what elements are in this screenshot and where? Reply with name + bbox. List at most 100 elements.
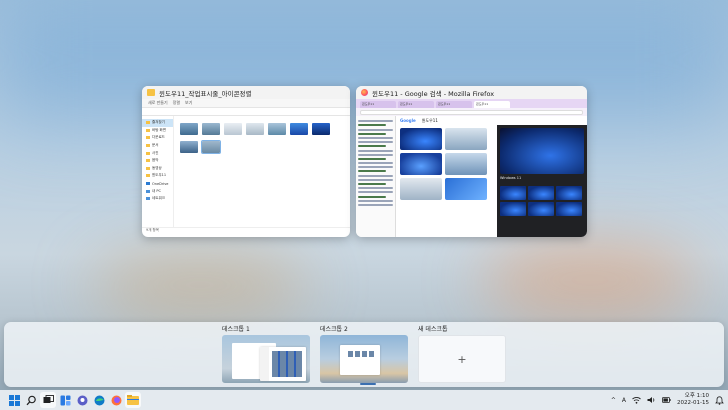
sidebar-link[interactable]	[358, 136, 393, 139]
desktop-2[interactable]: 데스크톱 2	[320, 325, 408, 383]
sidebar-link[interactable]	[358, 203, 393, 206]
nav-item[interactable]: 내 PC	[142, 187, 173, 195]
browser-tab[interactable]: 윈도우11	[360, 101, 396, 108]
image-result[interactable]	[445, 128, 487, 150]
related-image[interactable]	[500, 202, 526, 216]
firefox-url-bar[interactable]	[356, 108, 587, 116]
toolbar-new[interactable]: 새로 만들기	[148, 100, 168, 106]
firefox-button[interactable]	[108, 392, 124, 408]
notification-icon[interactable]	[715, 395, 724, 405]
preview-image[interactable]	[500, 128, 584, 174]
related-image[interactable]	[556, 202, 582, 216]
window-preview	[340, 345, 380, 375]
explorer-window-card[interactable]: 윈도우11_작업표시줄_아이콘정렬 새로 만들기 정렬 보기 즐겨찾기 바탕 화…	[142, 86, 350, 237]
related-image[interactable]	[556, 186, 582, 200]
file-thumbnail[interactable]	[180, 141, 198, 153]
related-image[interactable]	[500, 186, 526, 200]
virtual-desktops-panel: 데스크톱 1 데스크톱 2 새 데스크톱 +	[4, 322, 724, 387]
nav-item[interactable]: 바탕 화면	[142, 127, 173, 135]
sidebar-link[interactable]	[358, 120, 393, 123]
nav-item[interactable]: 네트워크	[142, 195, 173, 203]
file-thumbnail[interactable]	[268, 123, 286, 135]
desktop-thumbnail[interactable]	[320, 335, 408, 383]
image-result[interactable]	[400, 153, 442, 175]
related-image[interactable]	[528, 202, 554, 216]
file-explorer-button[interactable]	[125, 392, 141, 408]
nav-item[interactable]: 즐겨찾기	[142, 119, 173, 127]
sidebar-link[interactable]	[358, 132, 386, 135]
sidebar-link[interactable]	[358, 141, 393, 144]
google-logo[interactable]: Google	[400, 118, 416, 123]
sidebar-link[interactable]	[358, 128, 393, 131]
sidebar-link[interactable]	[358, 191, 393, 194]
chevron-up-icon[interactable]: ^	[611, 397, 616, 404]
nav-item[interactable]: OneDrive	[142, 180, 173, 188]
sidebar-link[interactable]	[358, 145, 386, 148]
firefox-window-card[interactable]: 윈도우11 - Google 검색 - Mozilla Firefox 윈도우1…	[356, 86, 587, 237]
battery-icon[interactable]	[662, 396, 671, 404]
sidebar-link[interactable]	[358, 178, 393, 181]
nav-item[interactable]: 동영상	[142, 165, 173, 173]
firefox-icon	[361, 89, 368, 96]
toolbar-sort[interactable]: 정렬	[173, 100, 180, 106]
image-result[interactable]	[445, 153, 487, 175]
browser-tab-active[interactable]: 윈도우11	[474, 101, 510, 108]
nav-item[interactable]: 음악	[142, 157, 173, 165]
start-button[interactable]	[6, 392, 22, 408]
clock[interactable]: 오후 1:10 2022-01-15	[677, 393, 709, 407]
sidebar-link[interactable]	[358, 166, 393, 169]
sidebar-link[interactable]	[358, 195, 386, 198]
edge-button[interactable]	[91, 392, 107, 408]
add-desktop-button[interactable]: +	[418, 335, 506, 383]
file-thumbnail[interactable]	[312, 123, 330, 135]
image-result[interactable]	[445, 178, 487, 200]
clock-time: 오후 1:10	[684, 393, 709, 399]
explorer-address-bar[interactable]	[142, 108, 350, 116]
ime-indicator[interactable]: A	[622, 397, 626, 404]
browser-tab[interactable]: 윈도우11	[398, 101, 434, 108]
sidebar-link[interactable]	[358, 174, 393, 177]
related-image[interactable]	[528, 186, 554, 200]
sidebar-link[interactable]	[358, 183, 386, 185]
search-query[interactable]: 윈도우11	[422, 118, 438, 124]
new-desktop[interactable]: 새 데스크톱 +	[418, 325, 506, 383]
file-thumbnail[interactable]	[290, 123, 308, 135]
chat-button[interactable]	[74, 392, 90, 408]
sidebar-link[interactable]	[358, 157, 386, 160]
google-results: Google 윈도우11 Windows 11	[396, 116, 587, 237]
url-input[interactable]	[360, 109, 583, 115]
sidebar-link[interactable]	[358, 187, 393, 190]
sidebar-link[interactable]	[358, 153, 393, 156]
sidebar-link[interactable]	[358, 149, 393, 152]
image-results-grid	[400, 128, 488, 200]
toolbar-view[interactable]: 보기	[185, 100, 192, 106]
nav-item[interactable]: 윈도우11	[142, 172, 173, 180]
explorer-nav-pane: 즐겨찾기 바탕 화면 다운로드 문서 사진 음악 동영상 윈도우11 OneDr…	[142, 116, 174, 227]
nav-item[interactable]: 문서	[142, 142, 173, 150]
image-result[interactable]	[400, 128, 442, 150]
task-view-button[interactable]	[40, 392, 56, 408]
window-preview	[260, 347, 306, 381]
sidebar-link[interactable]	[358, 124, 386, 127]
desktop-label: 데스크톱 2	[320, 326, 348, 333]
image-result[interactable]	[400, 178, 442, 200]
browser-tab[interactable]: 윈도우11	[436, 101, 472, 108]
desktop-1[interactable]: 데스크톱 1	[222, 325, 310, 383]
sidebar-link[interactable]	[358, 162, 393, 165]
sidebar-link[interactable]	[358, 170, 386, 173]
file-thumbnail[interactable]	[246, 123, 264, 135]
desktop-thumbnail[interactable]	[222, 335, 310, 383]
sidebar-link[interactable]	[358, 199, 393, 202]
file-thumbnail[interactable]	[202, 123, 220, 135]
file-thumbnail[interactable]	[201, 140, 221, 154]
volume-icon[interactable]	[647, 396, 656, 404]
nav-item-label: 즐겨찾기	[152, 120, 165, 125]
widgets-button[interactable]	[57, 392, 73, 408]
image-preview-panel[interactable]: Windows 11	[497, 125, 587, 237]
nav-item[interactable]: 사진	[142, 149, 173, 157]
wifi-icon[interactable]	[632, 396, 641, 404]
file-thumbnail[interactable]	[180, 123, 198, 135]
search-button[interactable]	[23, 392, 39, 408]
file-thumbnail[interactable]	[224, 123, 242, 135]
nav-item[interactable]: 다운로드	[142, 134, 173, 142]
